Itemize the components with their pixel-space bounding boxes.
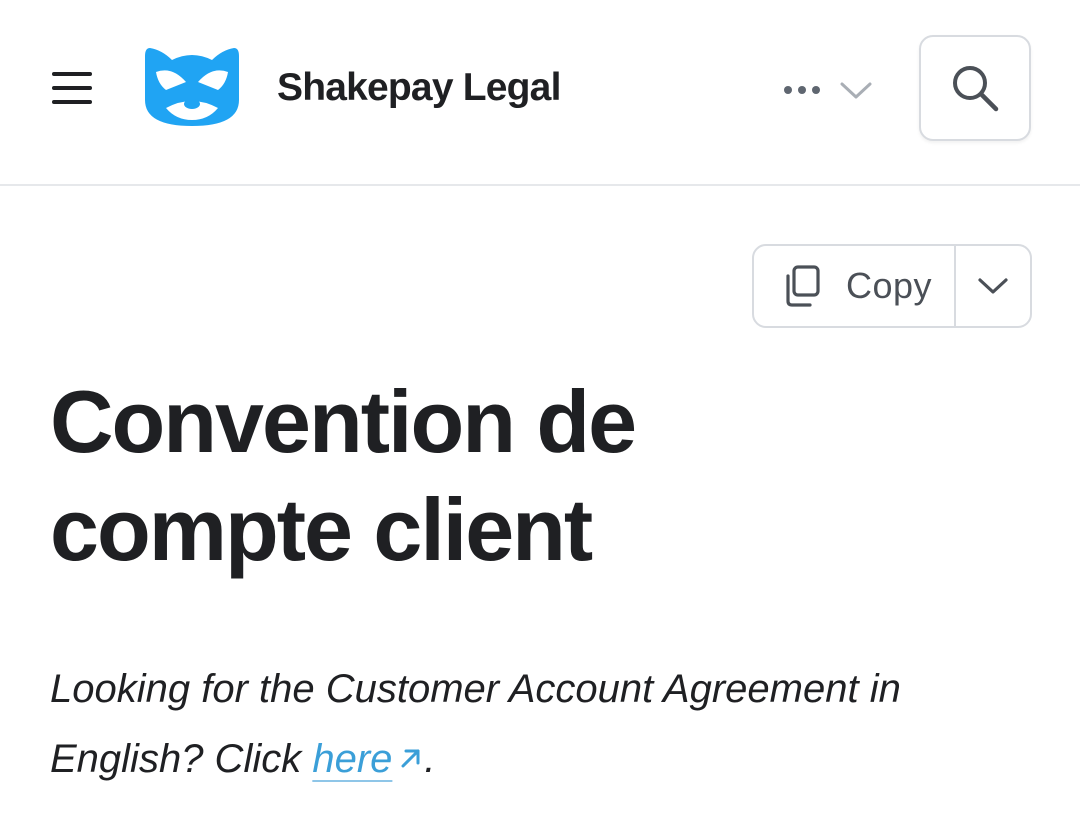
copy-label: Copy: [846, 265, 933, 306]
search-icon: [953, 66, 999, 112]
copy-icon: [786, 265, 820, 307]
hamburger-menu-icon: [52, 72, 92, 104]
copy-button[interactable]: Copy: [754, 246, 956, 326]
english-version-notice: Looking for the Customer Account Agreeme…: [50, 654, 1030, 794]
link-text: here: [312, 737, 393, 781]
external-link-icon: [401, 749, 420, 768]
menu-button[interactable]: [46, 62, 98, 114]
chevron-down-icon: [840, 82, 872, 99]
copy-page-control: Copy: [752, 244, 1032, 328]
search-button[interactable]: [919, 35, 1031, 141]
ellipsis-icon: [784, 86, 820, 94]
page-title: Convention de compte client: [50, 372, 637, 579]
notice-period: .: [424, 737, 436, 781]
top-bar: Shakepay Legal: [0, 0, 1080, 186]
notice-text: Looking for the Customer Account Agreeme…: [50, 667, 901, 781]
english-version-link[interactable]: here: [312, 737, 424, 781]
chevron-down-icon: [978, 278, 1008, 294]
site-logo[interactable]: [142, 46, 242, 128]
site-title[interactable]: Shakepay Legal: [277, 64, 561, 112]
raccoon-logo-icon: [145, 48, 239, 126]
more-menu-button[interactable]: [780, 70, 878, 110]
copy-options-dropdown[interactable]: [956, 246, 1030, 326]
